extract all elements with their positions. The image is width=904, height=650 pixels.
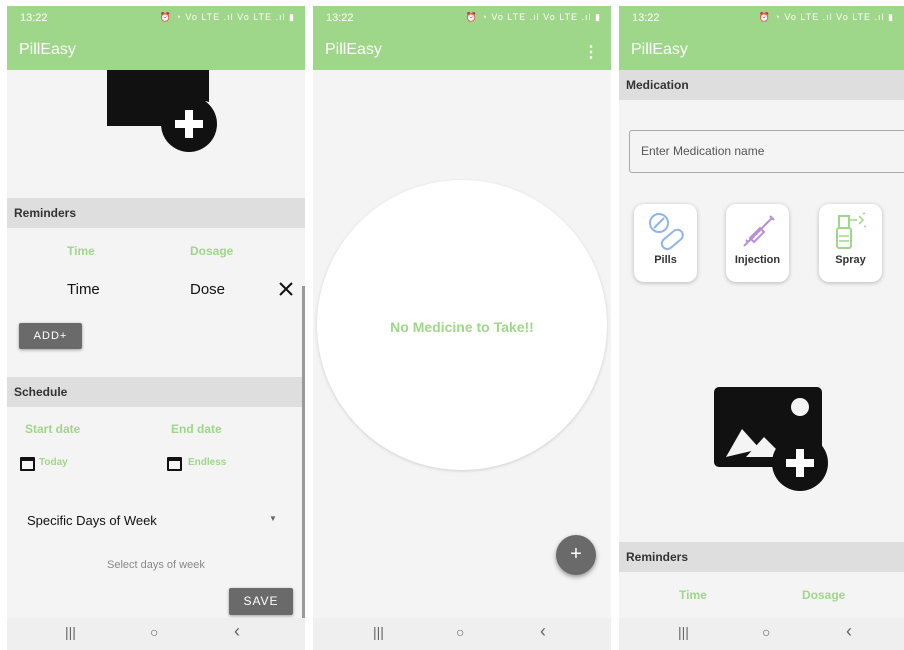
- screen-add-medication: 13:22 ⏰ ◔ Vo LTE .ıl Vo LTE .ıl ▮ PillEa…: [619, 6, 904, 650]
- medication-header: Medication: [619, 70, 904, 100]
- app-bar: 13:22 ⏰ ◔ Vo LTE .ıl Vo LTE .ıl ▮ PillEa…: [7, 6, 305, 70]
- system-nav-bar: ||| ○ ‹: [313, 618, 611, 650]
- medication-name-input[interactable]: Enter Medication name: [629, 130, 904, 173]
- app-bar: 13:22 ⏰ ◔ Vo LTE .ıl Vo LTE .ıl ▮ PillEa…: [619, 6, 904, 70]
- type-pills-label: Pills: [654, 254, 677, 266]
- dropdown-arrow-icon[interactable]: ▼: [269, 514, 277, 523]
- status-time: 13:22: [326, 12, 354, 24]
- reminders-header: Reminders: [619, 542, 904, 572]
- reminders-header: Reminders: [7, 198, 305, 228]
- dosage-column-label: Dosage: [802, 588, 846, 602]
- save-button[interactable]: SAVE: [229, 588, 293, 615]
- pills-icon: [649, 213, 684, 250]
- status-time: 13:22: [20, 12, 48, 24]
- close-icon[interactable]: [279, 282, 293, 296]
- syringe-icon: [743, 215, 775, 247]
- type-injection-button[interactable]: Injection: [726, 204, 789, 282]
- reminder-dose-field[interactable]: Dose: [190, 281, 225, 298]
- time-column-label: Time: [679, 588, 707, 602]
- status-icons: ⏰ ◔ Vo LTE .ıl Vo LTE .ıl ▮: [159, 12, 295, 22]
- add-medicine-fab[interactable]: +: [556, 535, 596, 575]
- screen-add-medication-scrolled: 13:22 ⏰ ◔ Vo LTE .ıl Vo LTE .ıl ▮ PillEa…: [7, 6, 305, 650]
- calendar-icon[interactable]: [20, 457, 35, 471]
- overflow-menu-icon[interactable]: ⋮: [583, 42, 599, 62]
- end-date-value[interactable]: Endless: [188, 457, 226, 468]
- type-injection-label: Injection: [734, 254, 781, 266]
- type-spray-button[interactable]: Spray: [819, 204, 882, 282]
- schedule-header: Schedule: [7, 377, 305, 407]
- status-time: 13:22: [632, 12, 660, 24]
- app-title: PillEasy: [631, 41, 688, 58]
- system-nav-bar: ||| ○ ‹: [7, 618, 305, 650]
- back-button[interactable]: ‹: [234, 621, 240, 642]
- calendar-icon[interactable]: [167, 457, 182, 471]
- home-button[interactable]: ○: [150, 624, 158, 640]
- app-bar: 13:22 ⏰ ◔ Vo LTE .ıl Vo LTE .ıl ▮ PillEa…: [313, 6, 611, 70]
- recents-button[interactable]: |||: [678, 624, 689, 640]
- app-title: PillEasy: [19, 41, 76, 58]
- back-button[interactable]: ‹: [846, 621, 852, 642]
- add-photo-icon[interactable]: [714, 387, 834, 491]
- reminder-time-field[interactable]: Time: [67, 281, 100, 298]
- time-column-label: Time: [67, 244, 95, 258]
- app-title: PillEasy: [325, 41, 382, 58]
- type-spray-label: Spray: [835, 254, 866, 266]
- start-date-value[interactable]: Today: [39, 457, 68, 468]
- home-button[interactable]: ○: [456, 624, 464, 640]
- empty-state-message: No Medicine to Take!!: [390, 319, 534, 335]
- dosage-column-label: Dosage: [190, 244, 234, 258]
- system-nav-bar: ||| ○ ‹: [619, 618, 904, 650]
- days-of-week-hint[interactable]: Select days of week: [107, 559, 205, 571]
- end-date-label: End date: [171, 422, 222, 436]
- frequency-select[interactable]: Specific Days of Week: [27, 513, 157, 528]
- recents-button[interactable]: |||: [373, 624, 384, 640]
- type-pills-button[interactable]: Pills: [634, 204, 697, 282]
- status-icons: ⏰ ◔ Vo LTE .ıl Vo LTE .ıl ▮: [758, 12, 894, 22]
- spray-icon: [836, 212, 867, 249]
- add-photo-icon[interactable]: [101, 70, 221, 152]
- screen-home-empty: 13:22 ⏰ ◔ Vo LTE .ıl Vo LTE .ıl ▮ PillEa…: [313, 6, 611, 650]
- empty-state-circle: No Medicine to Take!!: [317, 180, 607, 470]
- add-reminder-button[interactable]: ADD+: [19, 323, 82, 349]
- recents-button[interactable]: |||: [65, 624, 76, 640]
- start-date-label: Start date: [25, 422, 81, 436]
- back-button[interactable]: ‹: [540, 621, 546, 642]
- home-button[interactable]: ○: [762, 624, 770, 640]
- scrollbar[interactable]: [302, 286, 305, 618]
- status-icons: ⏰ ◔ Vo LTE .ıl Vo LTE .ıl ▮: [465, 12, 601, 22]
